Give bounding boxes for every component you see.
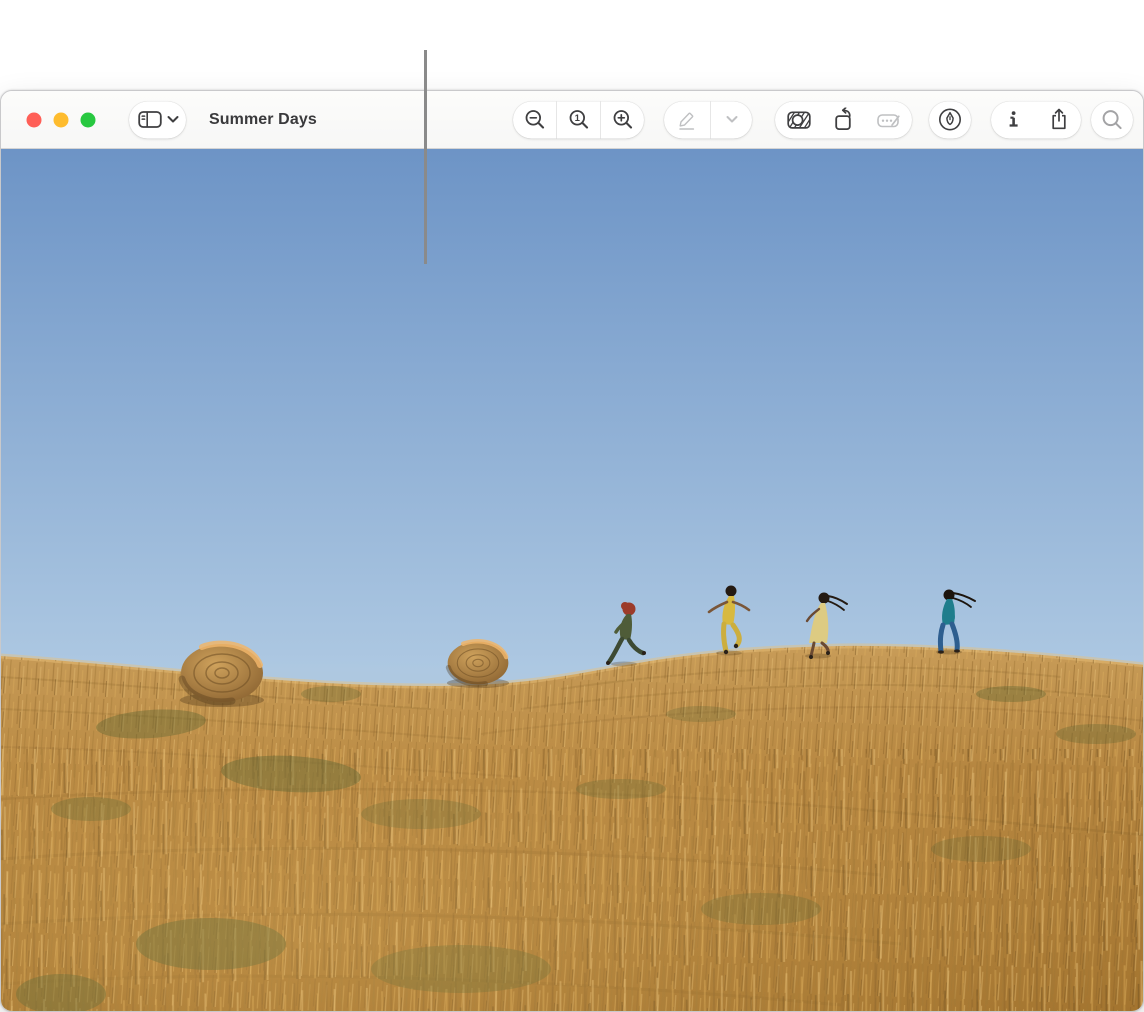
magnifier-plus-icon [612,109,634,131]
info-icon [1002,108,1026,132]
adjust-color-icon [786,108,812,132]
markup-pencil-group [664,101,752,138]
info-share-group [991,101,1081,138]
photo-canvas [1,149,1144,1012]
markup-menu-button[interactable] [711,101,752,138]
hay-bale-left [180,644,264,707]
zoom-out-button[interactable] [513,101,556,138]
markup-toolbar-button[interactable] [929,101,971,138]
sky [1,149,1144,709]
zoom-in-button[interactable] [601,101,644,138]
actual-size-label: 1 [574,113,580,124]
adjust-color-button[interactable] [775,101,822,138]
rotate-left-button[interactable] [822,101,865,138]
image-tools-group [775,101,912,138]
hay-bale-right [447,641,509,688]
sidebar-icon [137,108,163,132]
zoom-controls: 1 [513,101,644,138]
form-fill-icon [876,108,902,132]
info-button[interactable] [991,101,1036,138]
toolbar: Summer Days 1 [1,91,1143,149]
magnifier-icon: 1 [568,109,590,131]
share-icon [1047,108,1071,132]
rotate-left-icon [833,108,855,132]
traffic-lights [25,112,103,128]
window-title: Summer Days [209,111,317,129]
chevron-down-icon [167,116,179,124]
chevron-down-icon [726,116,738,124]
actual-size-button[interactable]: 1 [557,101,600,138]
zoom-window-button[interactable] [81,112,96,127]
photo-content [1,149,1144,1012]
pen-nib-circle-icon [938,108,962,132]
markup-pencil-button[interactable] [664,101,710,138]
sidebar-menu-button[interactable] [129,101,186,138]
search-icon [1101,109,1123,131]
search-button[interactable] [1091,101,1133,138]
minimize-button[interactable] [54,112,69,127]
callout-line [424,50,427,264]
sunlight-overlay [1,639,1144,1012]
share-button[interactable] [1036,101,1081,138]
magnifier-minus-icon [524,109,546,131]
close-button[interactable] [27,112,42,127]
preview-window: Summer Days 1 [0,90,1144,1012]
form-fill-button[interactable] [865,101,912,138]
pencil-underline-icon [676,108,698,132]
